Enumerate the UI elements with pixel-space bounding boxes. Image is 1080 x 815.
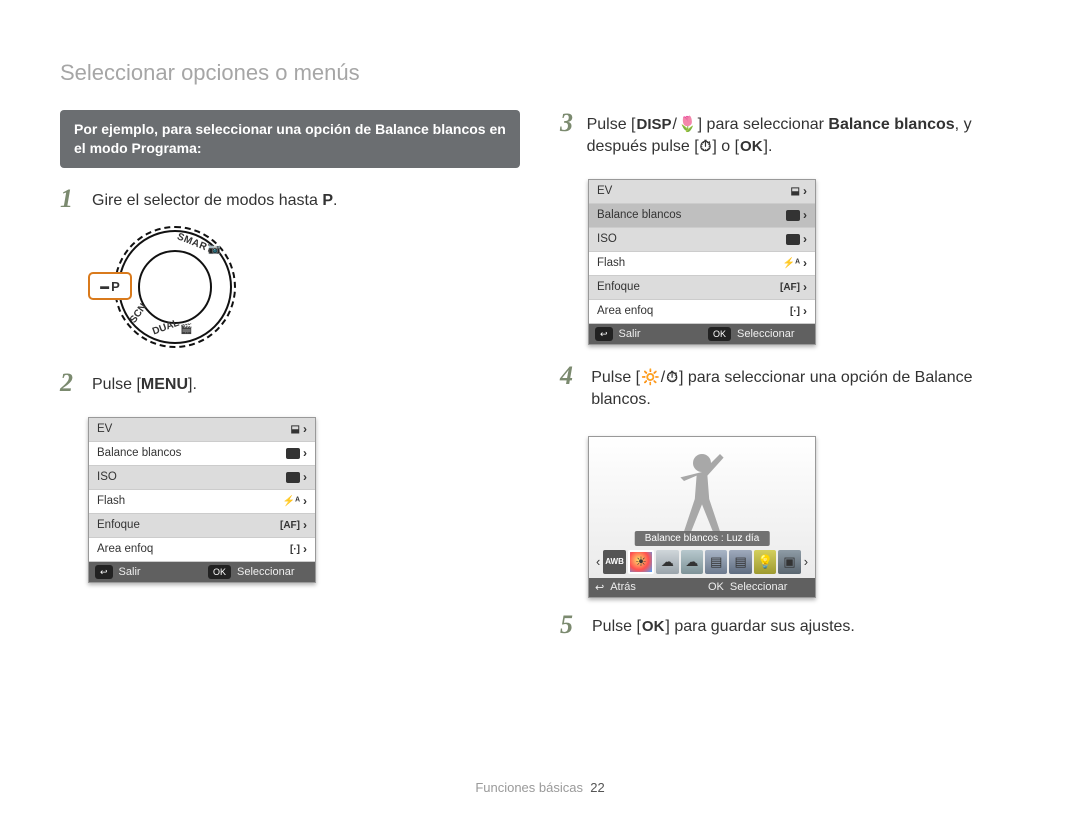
left-column: Por ejemplo, para seleccionar una opción… xyxy=(60,110,520,768)
step-number: 3 xyxy=(560,110,577,136)
lcd-menu-b: EV⬓› Balance blancos› ISO› Flash⚡ᴬ› Enfo… xyxy=(588,179,816,345)
wb-awb: AWB xyxy=(603,550,625,574)
menu-row: EV⬓› xyxy=(589,180,815,204)
menu-row: Flash⚡ᴬ› xyxy=(589,252,815,276)
step-number: 5 xyxy=(560,612,582,638)
chevron-left-icon: ‹ xyxy=(595,554,601,569)
lcd-menu-a: EV⬓› Balance blancos› ISO› Flash⚡ᴬ› Enfo… xyxy=(88,417,316,583)
macro-icon: 🌷 xyxy=(677,114,698,135)
menu-row: ISO› xyxy=(589,228,815,252)
wb-daylight-selected: ☀ xyxy=(628,550,654,574)
step-3: 3 Pulse [DISP/🌷] para seleccionar Balanc… xyxy=(560,110,1020,159)
target-item: Balance blancos xyxy=(828,116,954,133)
back-icon: ↩ xyxy=(595,327,613,341)
dial-label-dual: DUAL xyxy=(151,318,181,338)
example-box: Por ejemplo, para seleccionar una opción… xyxy=(60,110,520,168)
wb-current-label: Balance blancos : Luz día xyxy=(635,531,770,546)
menu-row: EV⬓› xyxy=(89,418,315,442)
back-icon: ↩ xyxy=(95,565,113,579)
step-4: 4 Pulse [🔆/⏱] para seleccionar una opció… xyxy=(560,363,1020,412)
menu-row: Flash⚡ᴬ› xyxy=(89,490,315,514)
mode-dial-illustration: SMART SCN DUAL 📷 🎬 ▬P xyxy=(88,230,258,350)
menu-row: ISO› xyxy=(89,466,315,490)
key-ok: OK xyxy=(739,136,764,157)
wb-custom: ▣ xyxy=(778,550,800,574)
mode-letter: P xyxy=(322,192,333,209)
ok-icon: OK xyxy=(708,581,724,593)
wb-shade: ☁ xyxy=(681,550,703,574)
wb-option-strip: ‹ AWB ☀ ☁ ☁ ▤ ▤ 💡 ▣ › xyxy=(595,549,809,575)
back-icon: ↩ xyxy=(595,581,604,594)
flash-icon: 🔆 xyxy=(640,367,661,388)
step-1: 1 Gire el selector de modos hasta P. xyxy=(60,186,520,212)
step-text: Gire el selector de modos hasta xyxy=(92,192,322,209)
menu-row: Area enfoq[·]› xyxy=(589,300,815,324)
key-ok: OK xyxy=(641,616,666,637)
footer-section: Funciones básicas xyxy=(475,780,583,795)
step-number: 1 xyxy=(60,186,82,212)
wb-preview-screen: Balance blancos : Luz día ‹ AWB ☀ ☁ ☁ ▤ … xyxy=(588,436,816,598)
menu-row: Balance blancos› xyxy=(89,442,315,466)
step-5: 5 Pulse [OK] para guardar sus ajustes. xyxy=(560,612,1020,638)
ok-icon: OK xyxy=(708,327,731,341)
ok-icon: OK xyxy=(208,565,231,579)
page-footer: Funciones básicas 22 xyxy=(60,768,1020,795)
key-menu: MENU xyxy=(141,376,188,393)
lcd-footer: ↩Salir OKSeleccionar xyxy=(89,562,315,582)
mode-dial: SMART SCN DUAL 📷 🎬 xyxy=(118,230,232,344)
page-title: Seleccionar opciones o menús xyxy=(60,60,1020,86)
step-number: 4 xyxy=(560,363,581,389)
step-number: 2 xyxy=(60,370,82,396)
wb-footer: ↩Atrás OKSeleccionar xyxy=(589,578,815,597)
menu-row: Enfoque[AF]› xyxy=(89,514,315,538)
wb-fluorescent-l: ▤ xyxy=(729,550,751,574)
key-disp: DISP xyxy=(636,114,673,135)
chevron-right-icon: › xyxy=(803,554,809,569)
wb-fluorescent-h: ▤ xyxy=(705,550,727,574)
dial-selected-mode: ▬P xyxy=(88,272,132,300)
silhouette-icon xyxy=(657,445,747,535)
footer-page: 22 xyxy=(590,780,604,795)
menu-row-selected: Balance blancos› xyxy=(589,204,815,228)
timer-icon: ⏱ xyxy=(665,367,679,388)
dial-label-scn: SCN xyxy=(128,302,149,326)
timer-icon: ⏱ xyxy=(699,136,713,157)
right-column: 3 Pulse [DISP/🌷] para seleccionar Balanc… xyxy=(560,110,1020,768)
lcd-footer: ↩Salir OKSeleccionar xyxy=(589,324,815,344)
step-2: 2 Pulse [MENU]. xyxy=(60,370,520,396)
wb-tungsten: 💡 xyxy=(754,550,776,574)
menu-row: Area enfoq[·]› xyxy=(89,538,315,562)
menu-row: Enfoque[AF]› xyxy=(589,276,815,300)
wb-cloudy: ☁ xyxy=(656,550,678,574)
